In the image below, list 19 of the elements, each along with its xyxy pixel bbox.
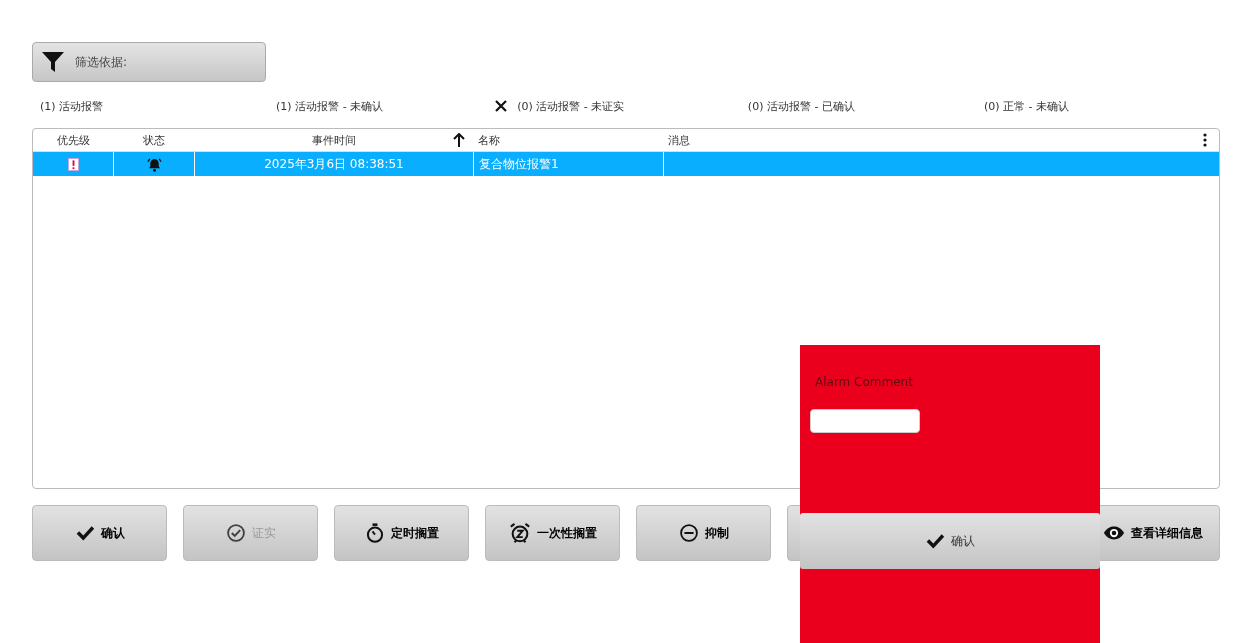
filter-label[interactable]: (0) 正常 - 未确认 — [983, 98, 1069, 114]
filter-label[interactable]: (0) 活动报警 - 未证实 — [517, 98, 625, 114]
filter-button[interactable]: 筛选依据: — [32, 42, 266, 82]
filter-label[interactable]: (0) 活动报警 - 已确认 — [747, 98, 855, 114]
action-button[interactable]: 定时搁置 — [334, 505, 469, 561]
column-header[interactable]: 状态 — [142, 132, 165, 148]
column-header[interactable]: 名称 — [478, 132, 500, 148]
popup-title: Alarm Comment — [815, 375, 914, 389]
confirm-button[interactable]: 确认 — [800, 513, 1100, 569]
action-button[interactable]: 确认 — [32, 505, 167, 561]
action-button[interactable]: 一次性搁置 — [485, 505, 620, 561]
filter-label[interactable]: (1) 活动报警 — [40, 98, 104, 114]
column-header[interactable]: 优先级 — [56, 132, 90, 148]
table-cell: 2025年3月6日 08:38:51 — [264, 155, 404, 173]
filter-label[interactable]: (1) 活动报警 - 未确认 — [276, 98, 384, 114]
table-cell: 复合物位报警1 — [479, 155, 559, 173]
column-header[interactable]: 消息 — [668, 132, 690, 148]
column-header[interactable]: 事件时间 — [311, 132, 356, 148]
action-button[interactable]: 抑制 — [636, 505, 771, 561]
